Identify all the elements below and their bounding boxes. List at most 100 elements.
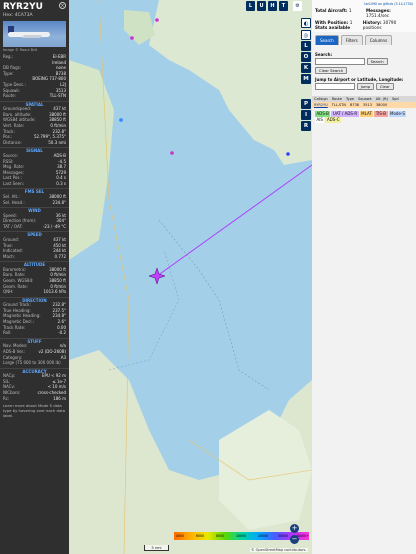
total-aircraft-label: Total Aircraft: [315,8,348,13]
tab-search[interactable]: Search [315,35,339,45]
col-squawk[interactable]: Squawk [358,97,372,101]
version-link[interactable]: tar1090 on github (3.14.1750) [315,2,413,6]
footer-note: Learn more about Mode S data type by hov… [3,403,66,419]
col-route[interactable]: Route [332,97,342,101]
close-panel-button[interactable]: × [59,2,66,9]
side-button-r[interactable]: R [301,121,311,131]
tab-columns[interactable]: Columns [364,35,393,45]
detail-row: Mach: 0.772 [0,254,69,260]
col-speed[interactable]: Spd [392,97,399,101]
messages-value: 1751.4/sec [365,13,390,18]
detail-label: QNH: [3,289,14,295]
detail-row: QNH: 1013.6 hPa [0,289,69,295]
map-attribution[interactable]: © OpenStreetMap contributors. [250,548,308,552]
stats-link[interactable]: Stats available [315,25,350,30]
side-button-m[interactable]: M [301,74,311,84]
detail-value: -0.2 [58,330,66,336]
altitude-legend: 4000 6000 8000 10000 20000 30000 40000+ [174,532,309,540]
detail-row: Sel. Head.: 234.8° [0,200,69,206]
side-button-p[interactable]: P [301,99,311,109]
map-canvas[interactable] [69,0,312,554]
details-list: Reg.: EI-EBR Ireland DB flags: none Type: B738… [0,54,69,99]
settings-icon[interactable]: ⚙ [293,1,302,11]
row-type: B738 [349,103,360,107]
detail-row: Last Seen: 0.3 s [0,181,69,187]
detail-value: 1013.6 hPa [43,289,67,295]
alt-tick: 20000 [258,534,269,538]
map-scale: 5 nmi [144,545,169,551]
clear-search-button[interactable]: Clear Search [315,67,348,74]
detail-label: Route: [3,93,16,99]
detail-row: Distance: 50.3 nmi [0,140,69,146]
col-type[interactable]: Type [346,97,354,101]
legend-item[interactable]: AIS [315,117,325,123]
detail-value: -23 / -49 °C [42,223,66,229]
legend-item[interactable]: ADS-C [325,117,342,123]
alt-tick: 8000 [216,534,225,538]
jump-label: Jump to Airport or Latitude, Longitude: [315,77,404,82]
side-button-o[interactable]: O [301,52,311,62]
detail-label: Distance: [3,139,22,145]
detail-value: 186 m [53,395,66,401]
map-button-h[interactable]: H [268,1,277,11]
hex-line: Hex: 4CA73A [3,13,67,18]
legend-item[interactable]: Mode-S [388,111,407,117]
map-button-l[interactable]: L [246,1,255,11]
zoom-out-button[interactable]: − [290,535,299,544]
row-altitude: 38000 [375,103,388,107]
jump-button[interactable]: Jump [356,83,375,90]
side-button-l[interactable]: L [301,41,311,51]
detail-value: A3 [60,354,66,360]
map-button-t[interactable]: T [279,1,288,11]
aircraft-info-panel: RYR2YU Hex: 4CA73A × Image © Raoul Brill… [0,0,69,554]
detail-label: Type: [3,70,14,76]
details-sections: SPATIAL Groundspeed: 437 kt Baro. altitude:… [0,100,69,401]
detail-label: Mach: [3,253,15,259]
detail-row: Roll: -0.2 [0,330,69,336]
map-button-u[interactable]: U [257,1,266,11]
legend-item[interactable]: TIS-B [374,111,388,117]
aircraft-icon[interactable] [148,267,166,285]
detail-row: TAT / OAT: -23 / -49 °C [0,224,69,230]
aircraft-photo[interactable] [3,21,66,47]
alt-tick: 10000 [236,534,247,538]
recenter-icon[interactable]: ◎ [301,30,311,40]
map-view[interactable]: L U H T ⚙ 5 nmi 4000 6000 8000 10000 200… [69,0,312,554]
row-squawk: 3513 [363,103,372,107]
toggle-panel-icon[interactable]: ◐ [301,18,311,28]
hex-label: Hex: [3,13,14,18]
callsign-title: RYR2YU [3,2,43,12]
search-input[interactable] [315,58,365,65]
col-callsign[interactable]: Callsign [314,97,328,101]
search-label: Search: [315,52,333,57]
hex-value: 4CA73A [14,13,33,18]
alt-tick: 6000 [196,534,205,538]
detail-value: TLL-STN [49,93,66,99]
aircraft-header: RYR2YU Hex: 4CA73A × [0,0,69,18]
search-section: Search: Search Clear Search Jump to Airp… [312,45,416,94]
search-button[interactable]: Search [366,58,388,65]
total-aircraft-value: 1 [348,8,352,13]
row-route: TLL-STN [331,103,346,107]
row-callsign[interactable]: RYR2YU [314,103,328,107]
zoom-in-button[interactable]: + [290,524,299,533]
col-altitude[interactable]: Alt. (ft) [376,97,388,101]
stats-header: tar1090 on github (3.14.1750) Total Airc… [312,0,416,32]
tab-filters[interactable]: Filters [340,35,363,45]
clear-jump-button[interactable]: Clear [375,83,394,90]
side-button-i[interactable]: I [301,110,311,120]
legend-item[interactable]: MLAT [359,111,374,117]
detail-value: 0.3 s [56,180,66,186]
alt-tick: 4000 [176,534,185,538]
panel-tabs: Search Filters Columns [312,32,416,45]
side-button-k[interactable]: K [301,63,311,73]
detail-row: Large (75 000 to 300 000 lb) [0,360,69,366]
detail-label: Last Seen: [3,180,24,186]
alt-tick: 30000 [278,534,289,538]
detail-label: Roll: [3,330,12,336]
detail-row: Route: TLL-STN [0,93,69,99]
detail-label: TAT / OAT: [3,223,23,229]
detail-value: 50.3 nmi [48,139,66,145]
jump-input[interactable] [315,83,355,90]
detail-label: Rc: [3,395,10,401]
